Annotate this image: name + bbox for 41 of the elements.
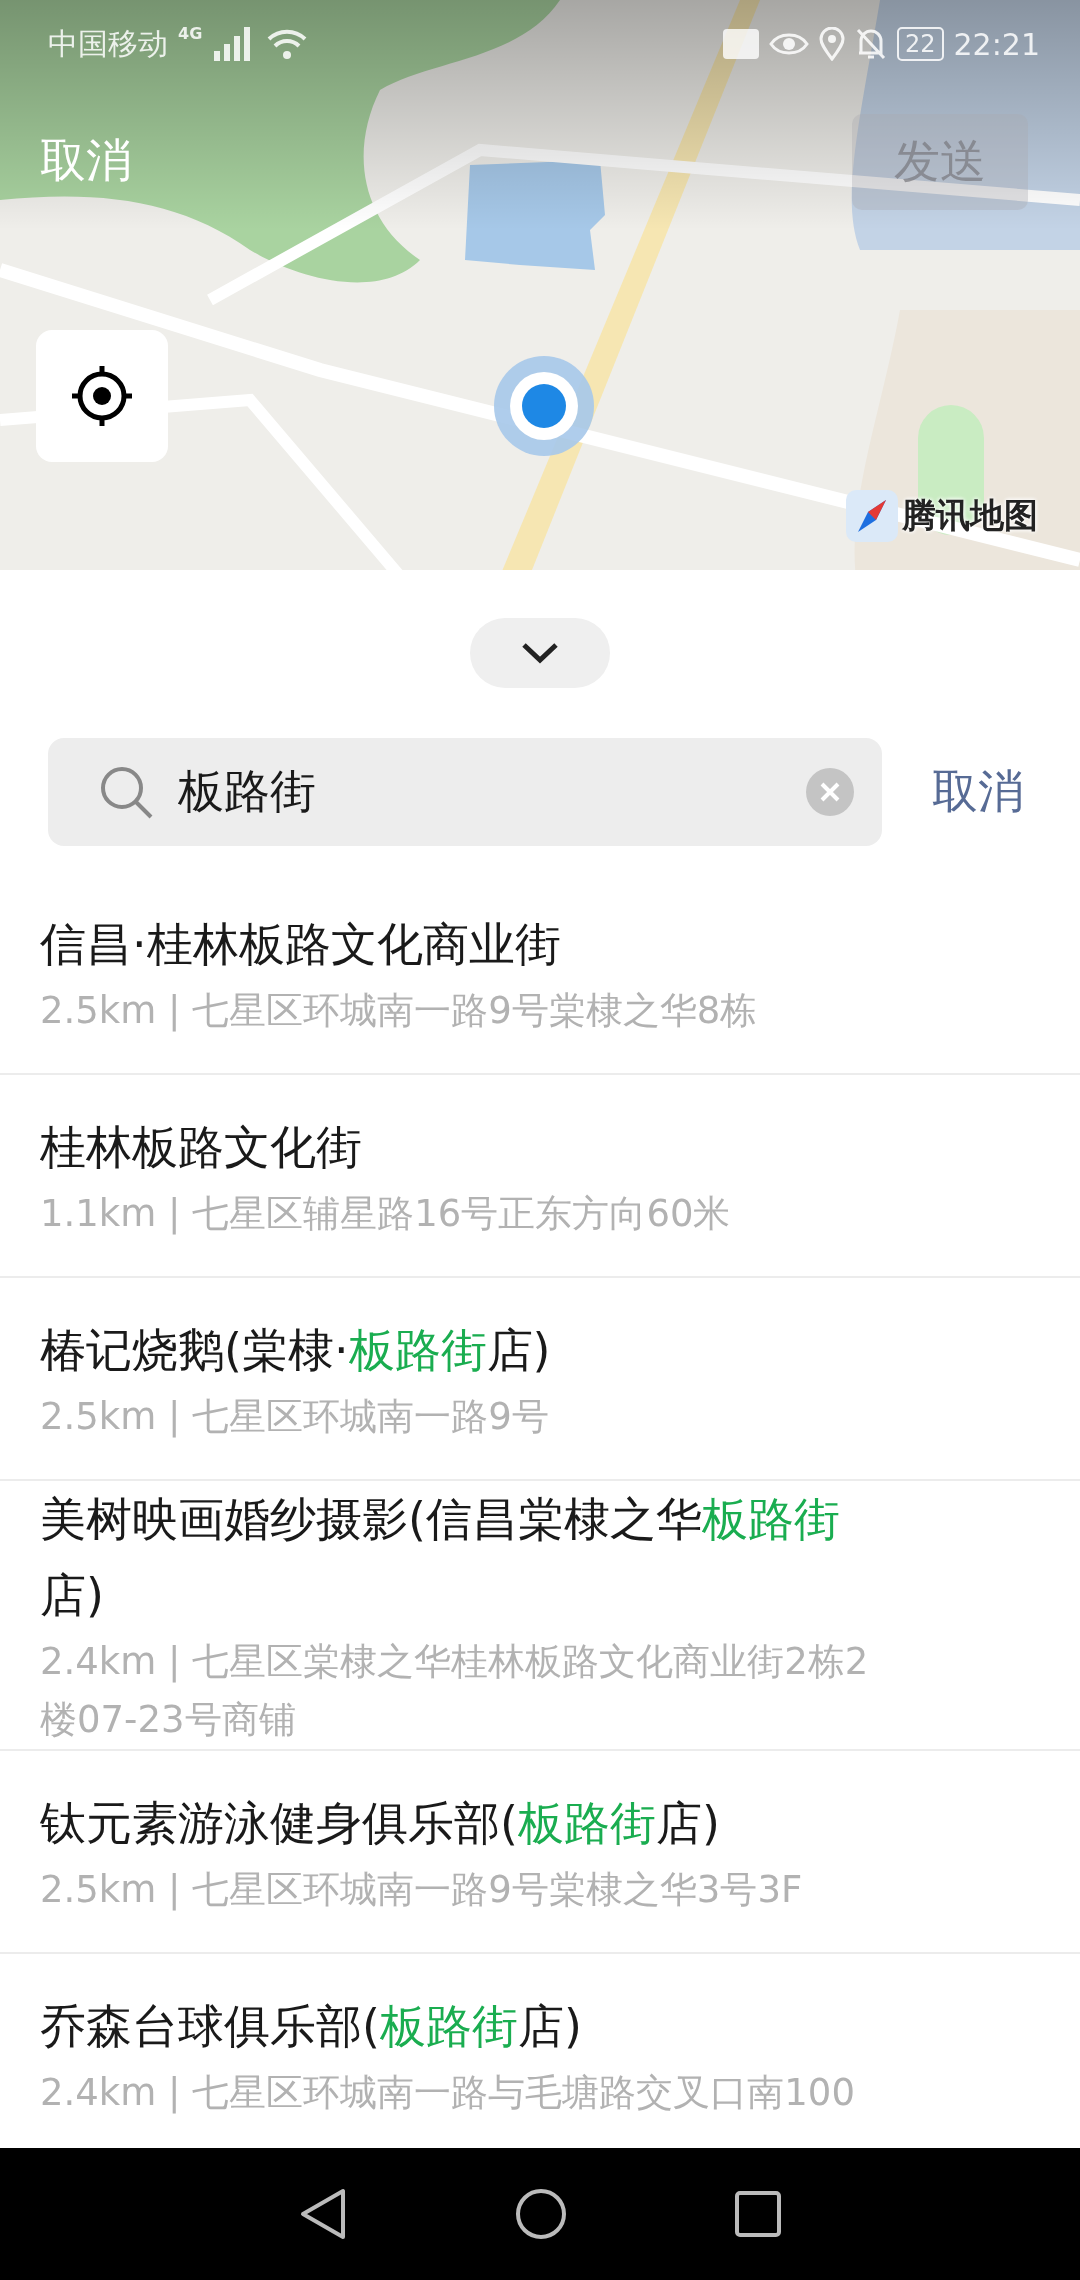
place-name: 信昌·桂林板路文化商业街	[40, 915, 562, 973]
location-marker-icon	[494, 356, 594, 456]
locate-button[interactable]	[36, 330, 168, 462]
back-icon	[299, 2188, 347, 2240]
result-item[interactable]: 美树映画婚纱摄影(信昌棠棣之华板路街 店) 2.4km | 七星区棠棣之华桂林板路文化商业街2栋2楼07-23号商铺	[0, 1481, 1080, 1751]
compass-icon	[846, 490, 898, 542]
home-button[interactable]	[515, 2188, 567, 2240]
search-input[interactable]: 板路街	[178, 765, 782, 819]
recents-button[interactable]	[735, 2191, 781, 2237]
place-address: 2.4km | 七星区环城南一路与毛塘路交叉口南100	[40, 2069, 856, 2116]
place-address: 2.5km | 七星区环城南一路9号	[40, 1393, 550, 1440]
place-name: 桂林板路文化街	[40, 1118, 363, 1176]
result-item[interactable]: 椿记烧鹅(棠棣·板路街店) 2.5km | 七星区环城南一路9号	[0, 1278, 1080, 1481]
place-address: 1.1km | 七星区辅星路16号正东方向60米	[40, 1190, 732, 1237]
hd-icon	[723, 29, 759, 59]
map-logo: 腾讯地图	[902, 494, 1038, 537]
network-type: 4G	[178, 24, 203, 43]
chevron-down-icon	[520, 641, 560, 665]
carrier-name: 中国移动	[48, 24, 168, 63]
place-name: 乔森台球俱乐部(板路街店)	[40, 1997, 583, 2055]
bell-off-icon	[855, 27, 887, 61]
place-name: 钛元素游泳健身俱乐部(板路街店)	[40, 1794, 721, 1852]
result-item[interactable]: 桂林板路文化街 1.1km | 七星区辅星路16号正东方向60米	[0, 1075, 1080, 1278]
place-name: 美树映画婚纱摄影(信昌棠棣之华板路街 店)	[40, 1491, 841, 1624]
crosshair-icon	[69, 363, 135, 429]
place-address: 2.4km | 七星区棠棣之华桂林板路文化商业街2栋2楼07-23号商铺	[40, 1639, 870, 1743]
cancel-search-button[interactable]: 取消	[932, 761, 1024, 823]
clock-time: 22:21	[953, 26, 1040, 62]
place-address: 2.5km | 七星区环城南一路9号棠棣之华8栋	[40, 987, 759, 1034]
search-icon	[98, 764, 154, 820]
recents-icon	[735, 2191, 781, 2237]
wifi-icon	[266, 27, 309, 61]
result-item[interactable]: 钛元素游泳健身俱乐部(板路街店) 2.5km | 七星区环城南一路9号棠棣之华3号3F	[0, 1751, 1080, 1954]
back-button[interactable]	[299, 2188, 347, 2240]
place-address: 2.5km | 七星区环城南一路9号棠棣之华3号3F	[40, 1866, 804, 1913]
search-field[interactable]: 板路街	[48, 738, 882, 846]
home-icon	[515, 2188, 567, 2240]
result-item[interactable]: 信昌·桂林板路文化商业街 2.5km | 七星区环城南一路9号棠棣之华8栋	[0, 872, 1080, 1075]
location-icon	[819, 27, 845, 61]
battery-level: 22	[897, 27, 944, 61]
place-name: 椿记烧鹅(棠棣·板路街店)	[40, 1321, 552, 1379]
